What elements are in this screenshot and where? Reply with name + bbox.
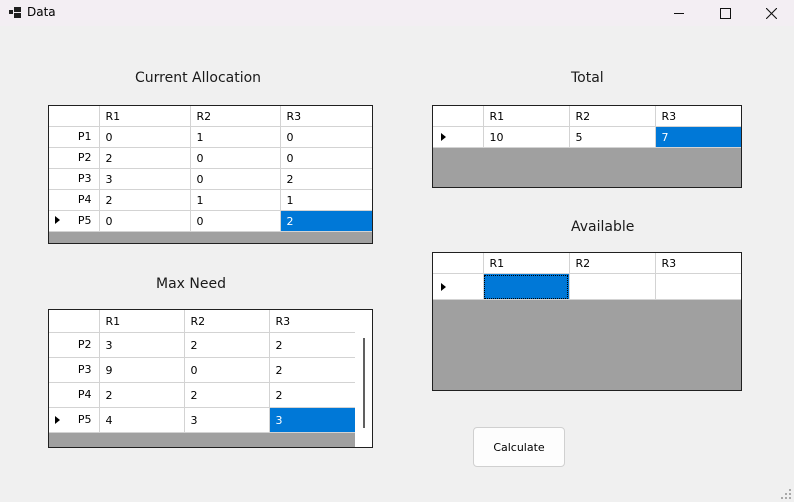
grid-cell[interactable]: 2 <box>269 357 356 383</box>
grid-cell[interactable] <box>569 273 656 300</box>
table-row: P3 3 0 2 <box>49 168 372 190</box>
grid-cell[interactable]: 0 <box>280 147 372 169</box>
minimize-icon <box>674 13 684 14</box>
grid-cell[interactable]: 2 <box>184 332 270 358</box>
column-header[interactable]: R2 <box>569 106 656 127</box>
column-header[interactable]: R3 <box>655 253 741 274</box>
window-title: Data <box>27 5 56 19</box>
grid-cell[interactable]: 9 <box>99 357 185 383</box>
grid-cell[interactable]: 2 <box>184 382 270 408</box>
table-row: P4 2 2 2 <box>49 382 356 408</box>
table-row: P1 0 1 0 <box>49 126 372 148</box>
available-label: Available <box>571 219 635 235</box>
column-header[interactable]: R2 <box>569 253 656 274</box>
current-row-icon <box>55 216 60 224</box>
table-row: P2 2 0 0 <box>49 147 372 169</box>
grid-cell[interactable]: 2 <box>269 332 356 358</box>
app-icon <box>9 7 21 18</box>
grid-cell[interactable]: 2 <box>280 168 372 190</box>
vertical-scrollbar[interactable] <box>355 310 372 447</box>
column-header[interactable]: R3 <box>269 310 356 333</box>
grid-cell[interactable]: 1 <box>190 126 281 148</box>
grid-cell[interactable]: 2 <box>269 382 356 408</box>
maximize-icon <box>719 7 731 19</box>
grid-cell[interactable]: 2 <box>99 382 185 408</box>
grid-cell[interactable]: 0 <box>280 126 372 148</box>
column-header[interactable]: R1 <box>99 106 191 127</box>
close-button[interactable] <box>748 0 794 26</box>
allocation-label: Current Allocation <box>135 70 262 86</box>
total-label: Total <box>571 70 604 86</box>
maximize-button[interactable] <box>702 0 748 26</box>
grid-cell[interactable]: 1 <box>280 189 372 211</box>
table-row: P5 0 0 2 <box>49 210 372 232</box>
grid-cell[interactable] <box>655 273 741 300</box>
row-header[interactable]: P3 <box>49 357 100 383</box>
resize-grip-icon[interactable] <box>781 489 791 499</box>
grid-cell[interactable]: 0 <box>190 210 281 232</box>
title-bar: Data <box>0 0 794 26</box>
current-row-icon <box>55 416 60 424</box>
grid-cell-selected[interactable]: 3 <box>269 407 356 433</box>
max-need-grid[interactable]: R1 R2 R3 P2 3 2 2 P3 9 0 2 P4 2 2 2 P5 4… <box>48 309 373 448</box>
grid-cell[interactable]: 2 <box>99 189 191 211</box>
row-header[interactable]: P4 <box>49 382 100 408</box>
column-header[interactable]: R2 <box>190 106 281 127</box>
grid-cell[interactable]: 3 <box>99 168 191 190</box>
grid-cell[interactable]: 10 <box>483 126 570 148</box>
grid-cell-selected[interactable]: 7 <box>655 126 741 148</box>
grid-cell[interactable]: 0 <box>190 147 281 169</box>
row-header[interactable]: P5 <box>49 210 100 232</box>
scrollbar-thumb[interactable] <box>363 338 365 428</box>
grid-corner <box>433 106 484 127</box>
grid-corner <box>49 106 100 127</box>
table-row: 10 5 7 <box>433 126 741 148</box>
calculate-button[interactable]: Calculate <box>473 427 565 467</box>
grid-cell[interactable]: 5 <box>569 126 656 148</box>
grid-cell[interactable]: 2 <box>99 147 191 169</box>
column-header[interactable]: R3 <box>655 106 741 127</box>
current-row-icon <box>441 133 446 141</box>
grid-corner <box>433 253 484 274</box>
available-grid[interactable]: R1 R2 R3 <box>432 252 742 391</box>
allocation-grid[interactable]: R1 R2 R3 P1 0 1 0 P2 2 0 0 P3 3 0 2 P4 2… <box>48 105 373 244</box>
table-row: P4 2 1 1 <box>49 189 372 211</box>
total-grid[interactable]: R1 R2 R3 10 5 7 <box>432 105 742 188</box>
row-header[interactable] <box>433 273 484 300</box>
current-row-icon <box>441 283 446 291</box>
grid-cell[interactable]: 1 <box>190 189 281 211</box>
row-header[interactable]: P1 <box>49 126 100 148</box>
column-header[interactable]: R3 <box>280 106 372 127</box>
grid-cell[interactable]: 3 <box>184 407 270 433</box>
grid-cell[interactable]: 0 <box>190 168 281 190</box>
row-header[interactable]: P2 <box>49 332 100 358</box>
row-header[interactable]: P2 <box>49 147 100 169</box>
row-header[interactable]: P4 <box>49 189 100 211</box>
table-row: P3 9 0 2 <box>49 357 356 383</box>
table-row: P5 4 3 3 <box>49 407 356 433</box>
close-icon <box>765 7 777 19</box>
column-header[interactable]: R1 <box>483 253 570 274</box>
table-row <box>433 273 741 300</box>
table-row: P2 3 2 2 <box>49 332 356 358</box>
grid-cell[interactable]: 0 <box>99 210 191 232</box>
grid-cell[interactable]: 0 <box>99 126 191 148</box>
grid-corner <box>49 310 100 333</box>
minimize-button[interactable] <box>656 0 702 26</box>
grid-cell[interactable]: 3 <box>99 332 185 358</box>
grid-cell[interactable]: 0 <box>184 357 270 383</box>
grid-cell-selected[interactable] <box>483 273 570 300</box>
column-header[interactable]: R2 <box>184 310 270 333</box>
row-header[interactable] <box>433 126 484 148</box>
row-header[interactable]: P5 <box>49 407 100 433</box>
grid-cell-selected[interactable]: 2 <box>280 210 372 232</box>
column-header[interactable]: R1 <box>483 106 570 127</box>
max-need-label: Max Need <box>156 276 226 292</box>
column-header[interactable]: R1 <box>99 310 185 333</box>
row-header[interactable]: P3 <box>49 168 100 190</box>
grid-cell[interactable]: 4 <box>99 407 185 433</box>
